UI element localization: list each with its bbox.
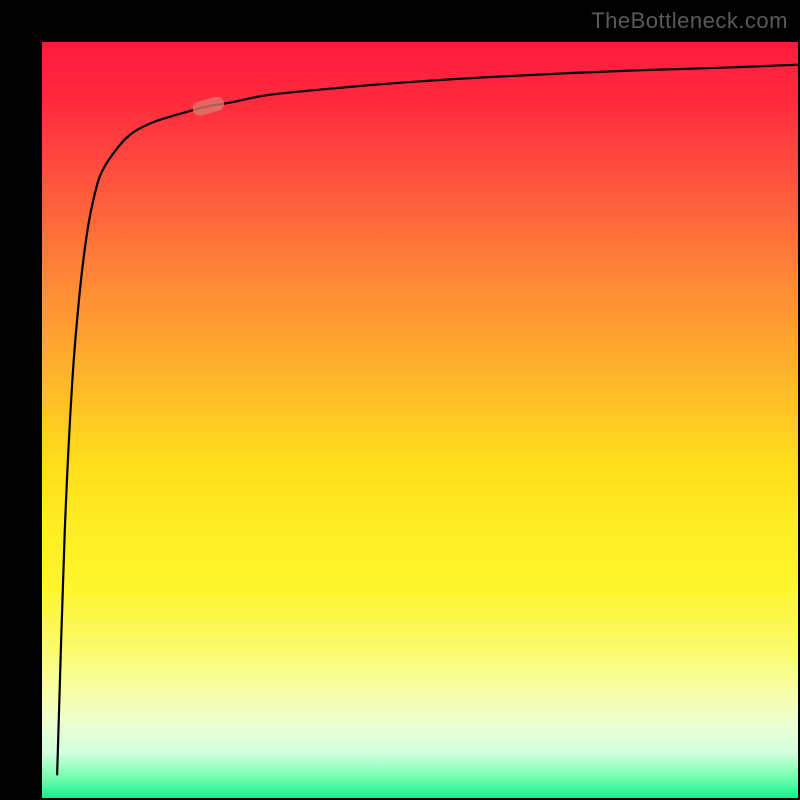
marker-pill: [191, 95, 226, 117]
plot-area: [42, 42, 798, 798]
chart-frame: TheBottleneck.com: [0, 0, 800, 800]
curve-marker: [191, 95, 226, 117]
bottleneck-curve: [42, 42, 798, 798]
curve-path: [57, 65, 798, 776]
watermark-text: TheBottleneck.com: [591, 8, 788, 34]
